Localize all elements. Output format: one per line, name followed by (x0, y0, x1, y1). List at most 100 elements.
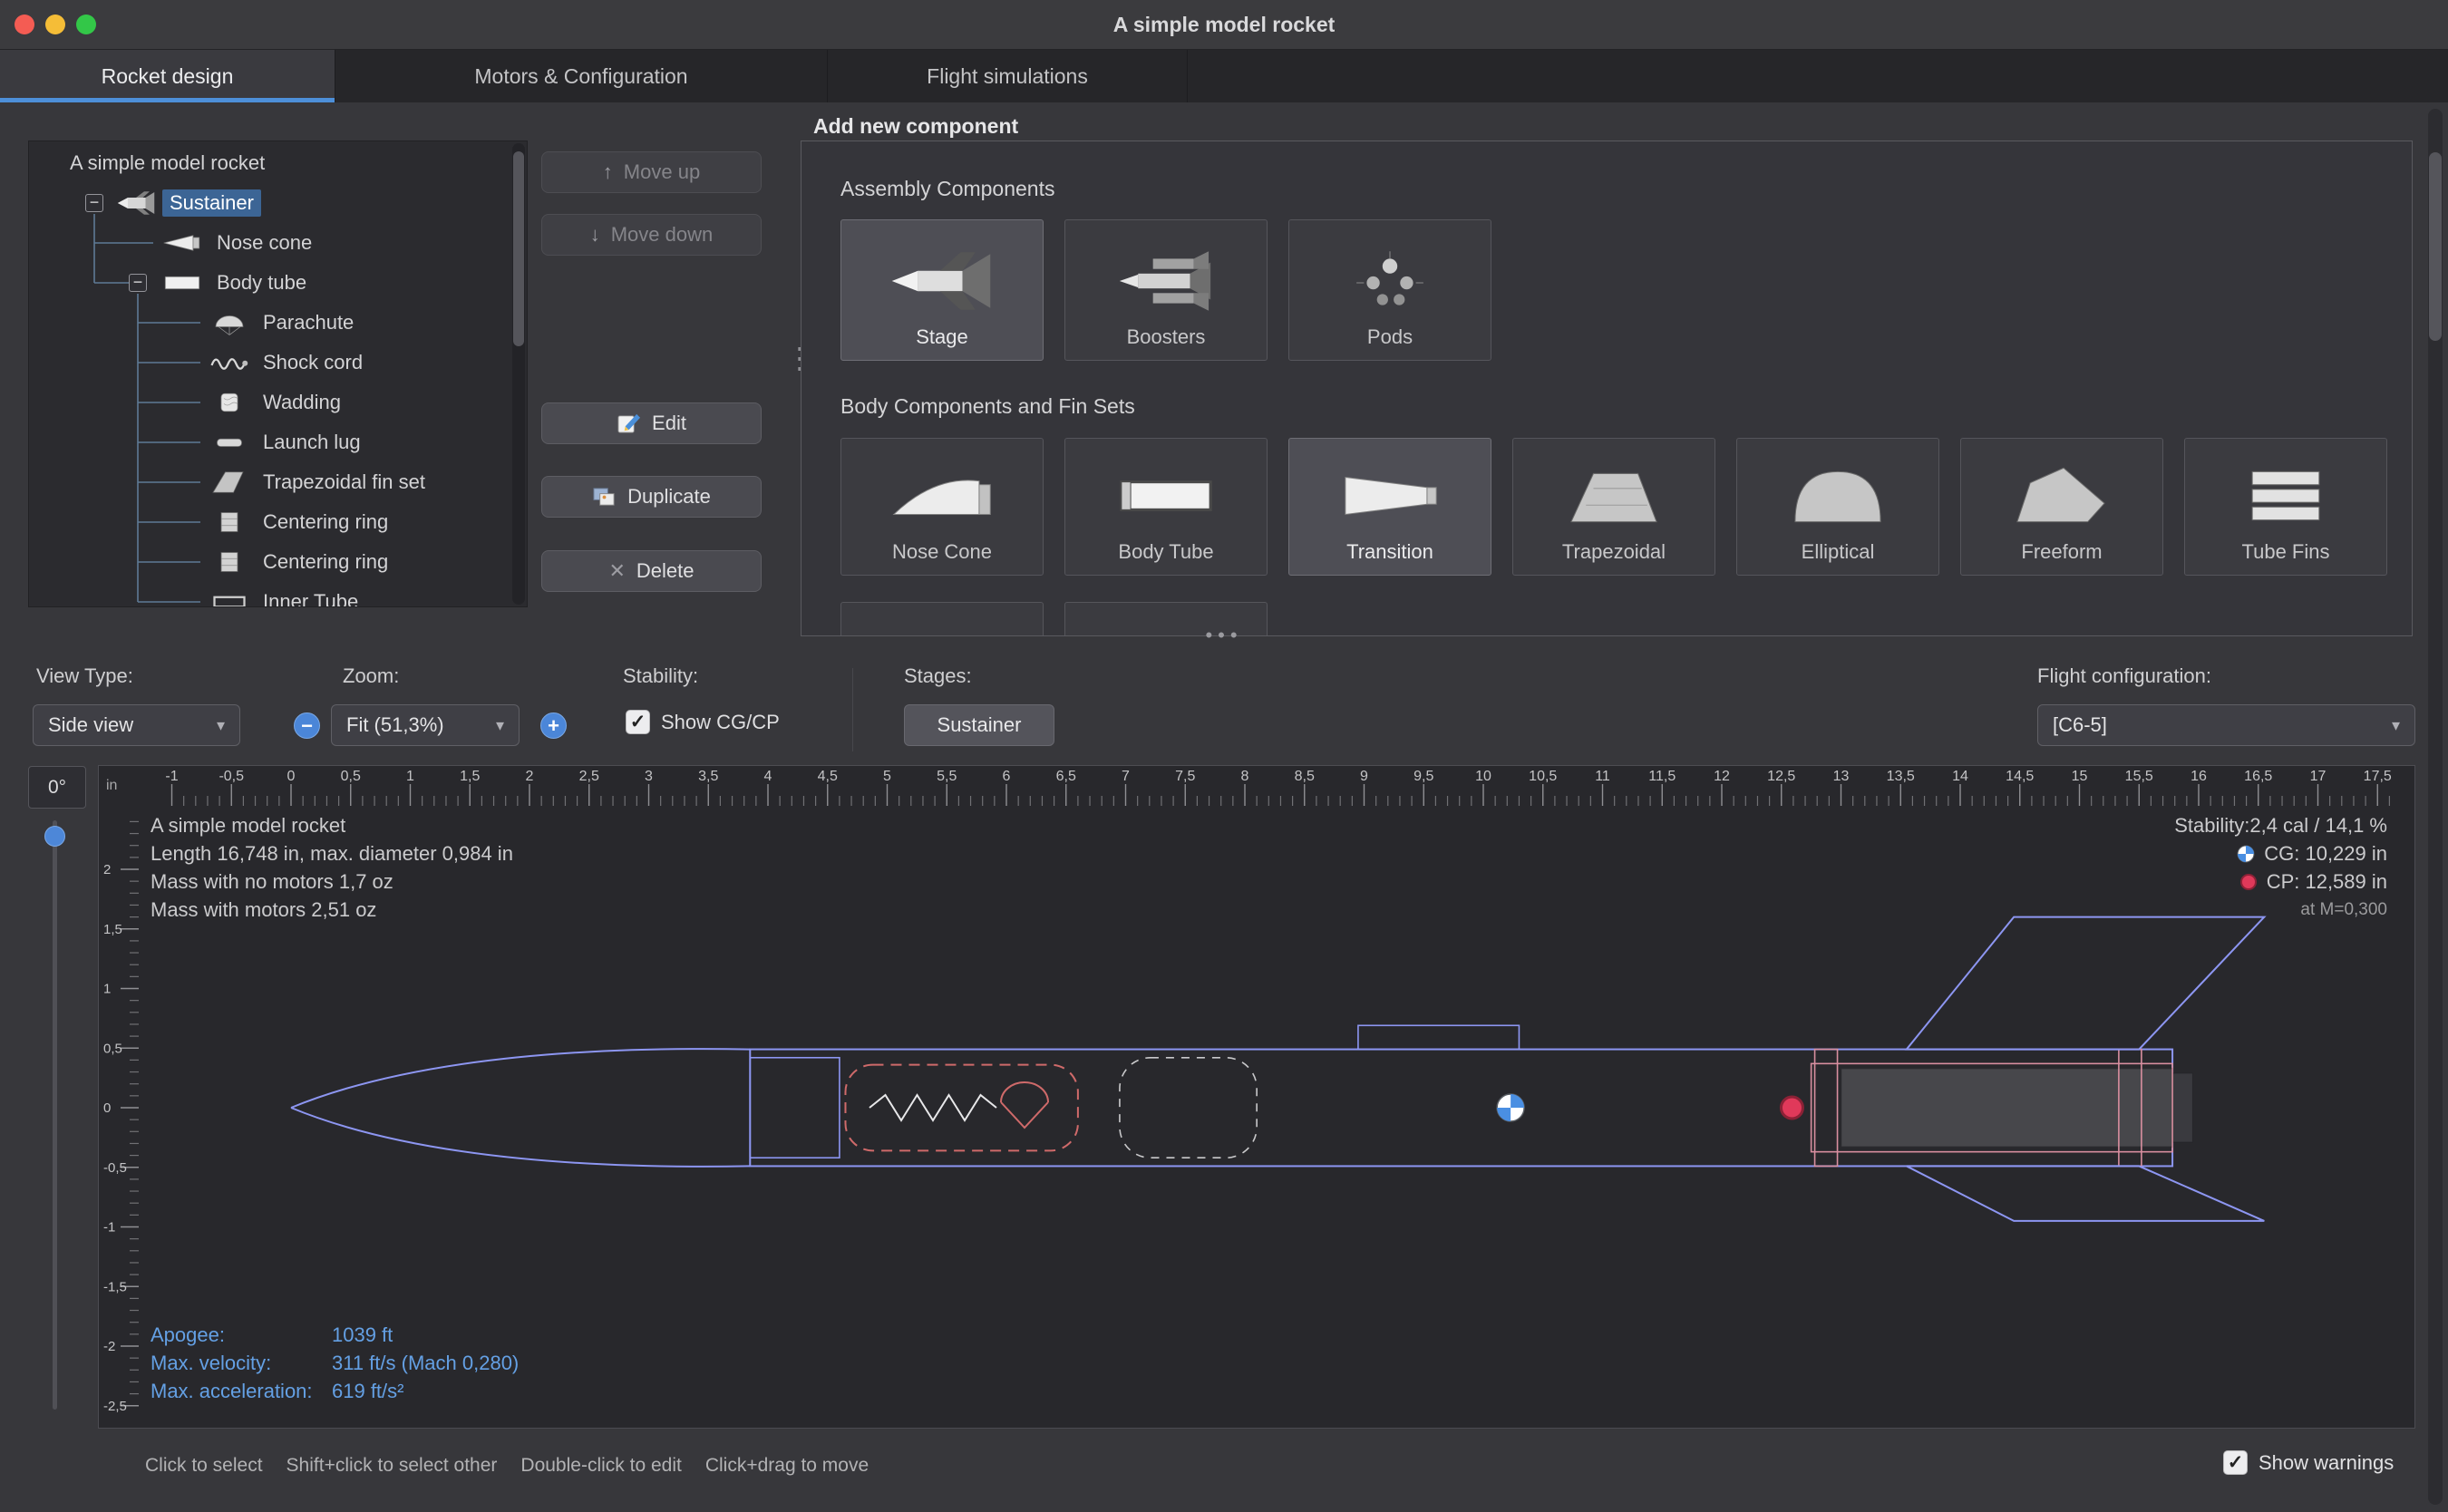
duplicate-button[interactable]: Duplicate (541, 476, 762, 518)
view-type-select[interactable]: Side view ▾ (33, 704, 240, 746)
show-cgcp-checkbox[interactable]: ✓ Show CG/CP (626, 710, 780, 734)
tab-motors-configuration[interactable]: Motors & Configuration (335, 50, 828, 102)
elliptical-icon (1780, 457, 1896, 535)
flight-data-row: Max. velocity:311 ft/s (Mach 0,280) (151, 1349, 519, 1377)
svg-text:11,5: 11,5 (1648, 769, 1676, 784)
parachute-drawing (1001, 1082, 1048, 1128)
tree-item-trapezoidal-fin-set[interactable]: Trapezoidal fin set (29, 462, 510, 502)
component-button-elliptical[interactable]: Elliptical (1736, 438, 1939, 576)
edit-button[interactable]: Edit (541, 402, 762, 444)
flight-config-label: Flight configuration: (2037, 664, 2211, 688)
tree-scrollbar-thumb[interactable] (513, 151, 524, 346)
component-button-trapezoidal[interactable]: Trapezoidal (1512, 438, 1715, 576)
view-type-value: Side view (48, 713, 133, 737)
bottom-splitter-handle[interactable]: ••• (1205, 624, 1242, 647)
flight-config-value: [C6-5] (2053, 713, 2107, 737)
rocket-view-canvas[interactable]: in-1-0,500,511,522,533,544,555,566,577,5… (98, 765, 2415, 1429)
svg-text:0,5: 0,5 (103, 1041, 122, 1056)
svg-text:6: 6 (1003, 769, 1011, 784)
nose-cone-icon (884, 457, 1000, 535)
delete-button[interactable]: ✕Delete (541, 550, 762, 592)
tree-item-body-tube[interactable]: −Body tube (29, 263, 510, 303)
component-button-boosters[interactable]: Boosters (1064, 219, 1268, 361)
component-button-stage[interactable]: Stage (840, 219, 1044, 361)
rocket-info-line: Mass with motors 2,51 oz (151, 896, 513, 924)
svg-text:3: 3 (645, 769, 653, 784)
move-up-button[interactable]: ↑Move up (541, 151, 762, 193)
move-down-button[interactable]: ↓Move down (541, 214, 762, 256)
tree-collapse-icon[interactable]: − (85, 194, 103, 212)
component-label: Tube Fins (2241, 540, 2329, 564)
tab-flight-simulations[interactable]: Flight simulations (828, 50, 1188, 102)
svg-text:7: 7 (1122, 769, 1130, 784)
svg-text:4: 4 (764, 769, 772, 784)
svg-text:7,5: 7,5 (1175, 769, 1195, 784)
svg-text:10,5: 10,5 (1529, 769, 1557, 784)
zoom-select[interactable]: Fit (51,3%) ▾ (331, 704, 520, 746)
arrow-down-icon: ↓ (590, 223, 600, 247)
tree-item-label: Trapezoidal fin set (263, 469, 425, 496)
stability-readout: Stability:2,4 cal / 14,1 % CG: 10,229 in… (2174, 811, 2387, 924)
checkbox-checked-icon: ✓ (2223, 1450, 2248, 1475)
nose-shoulder-outline (750, 1058, 840, 1158)
svg-text:in: in (106, 778, 117, 793)
flight-data-label: Apogee: (151, 1321, 332, 1349)
svg-text:8: 8 (1241, 769, 1249, 784)
rocket-figure[interactable] (291, 917, 2264, 1221)
tree-item-inner-tube[interactable]: Inner Tube (29, 582, 510, 607)
component-label: Elliptical (1802, 540, 1875, 564)
tree-item-centering-ring[interactable]: Centering ring (29, 502, 510, 542)
tree-item-wadding[interactable]: Wadding (29, 383, 510, 422)
tree-scrollbar[interactable] (512, 143, 525, 605)
svg-text:-0,5: -0,5 (219, 769, 244, 784)
zoom-out-button[interactable]: − (294, 712, 320, 739)
cg-icon (2237, 845, 2255, 863)
rocket-info-line: Mass with no motors 1,7 oz (151, 867, 513, 896)
flight-config-select[interactable]: [C6-5] ▾ (2037, 704, 2415, 746)
rotation-slider[interactable] (53, 820, 57, 1410)
tree-item-label: Centering ring (263, 509, 388, 536)
component-button-partial[interactable] (840, 602, 1044, 636)
delete-icon: ✕ (608, 559, 625, 583)
parachute-icon (204, 309, 255, 336)
window-scrollbar[interactable] (2428, 109, 2443, 1505)
tree-item-a-simple-model-rocket[interactable]: A simple model rocket (29, 143, 510, 183)
tree-item-parachute[interactable]: Parachute (29, 303, 510, 343)
zoom-in-button[interactable]: + (540, 712, 567, 739)
tree-item-nose-cone[interactable]: Nose cone (29, 223, 510, 263)
component-button-row: Stage BoostersPods (840, 219, 1491, 361)
component-label: Stage (916, 325, 968, 349)
component-label: Nose Cone (892, 540, 992, 564)
toolbar-separator (852, 668, 853, 751)
window-scrollbar-thumb[interactable] (2429, 152, 2442, 341)
component-button-body-tube[interactable]: Body Tube (1064, 438, 1268, 576)
tab-rocket-design[interactable]: Rocket design (0, 50, 335, 102)
component-button-freeform[interactable]: Freeform (1960, 438, 2163, 576)
component-button-row-partial (840, 602, 1268, 636)
tree-item-centering-ring[interactable]: Centering ring (29, 542, 510, 582)
svg-text:0: 0 (103, 1100, 111, 1116)
tree-item-launch-lug[interactable]: Launch lug (29, 422, 510, 462)
show-warnings-checkbox[interactable]: ✓ Show warnings (2223, 1450, 2394, 1475)
component-button-tube-fins[interactable]: Tube Fins (2184, 438, 2387, 576)
trapezoidal-icon (1556, 457, 1672, 535)
component-button-transition[interactable]: Transition (1288, 438, 1491, 576)
shockcord-icon (204, 349, 255, 376)
svg-text:12,5: 12,5 (1767, 769, 1795, 784)
bodytube-icon (157, 269, 208, 296)
tree-collapse-icon[interactable]: − (129, 274, 147, 292)
tree-item-shock-cord[interactable]: Shock cord (29, 343, 510, 383)
component-button-nose-cone[interactable]: Nose Cone (840, 438, 1044, 576)
add-component-panel: Assembly ComponentsStageBoostersPodsBody… (801, 141, 2413, 636)
status-hint: Click+drag to move (705, 1455, 869, 1477)
tree-item-sustainer[interactable]: −Sustainer (29, 183, 510, 223)
stage-toggle-sustainer[interactable]: Sustainer (904, 704, 1054, 746)
cg-marker (1497, 1094, 1524, 1121)
component-button-pods[interactable]: Pods (1288, 219, 1491, 361)
rotation-slider-thumb[interactable] (44, 826, 65, 847)
tree-item-label: Wadding (263, 389, 341, 416)
status-hint: Click to select (145, 1455, 263, 1477)
action-label: Duplicate (627, 485, 711, 509)
svg-text:8,5: 8,5 (1295, 769, 1315, 784)
svg-text:6,5: 6,5 (1056, 769, 1076, 784)
